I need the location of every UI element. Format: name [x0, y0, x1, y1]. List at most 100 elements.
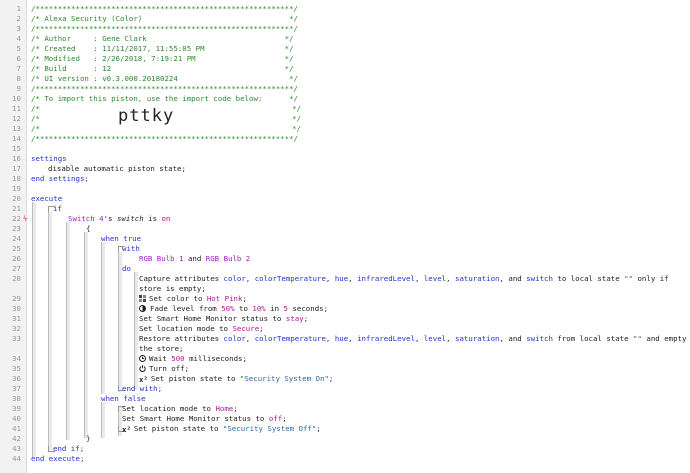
code-line: 34 Wait 500 milliseconds; [0, 354, 690, 364]
code-line: 18 end settings; [0, 174, 690, 184]
comment-created: /* Created : 11/11/2017, 11:55:05 PM */ [31, 44, 294, 53]
line-number: 41 [12, 424, 21, 433]
comment-close: */ [292, 114, 301, 123]
code-line: 36 x² Set piston state to "Security System… [0, 374, 690, 384]
fade-unit: seconds; [292, 304, 329, 313]
with-keyword[interactable]: with [122, 244, 140, 254]
code-line: 44 end execute; [0, 454, 690, 464]
comment-title: /* Alexa Security (Color) */ [31, 14, 298, 23]
setting-disable-state[interactable]: disable automatic piston state; [48, 164, 186, 174]
line-number: 20 [12, 194, 21, 203]
shm-prefix: Set Smart Home Monitor status to [122, 414, 265, 423]
line-number: 40 [12, 414, 21, 423]
condition-device: Switch 4 [68, 214, 104, 223]
statement-end: ; [282, 414, 287, 423]
code-line-wrap: store is empty; [0, 284, 690, 294]
location-home-statement[interactable]: Set location mode to Home; [122, 404, 238, 414]
code-lines: 1 /**************************************… [0, 0, 690, 473]
attr-hue: hue [334, 334, 349, 343]
comment-build: /* Build : 12 */ [31, 64, 294, 73]
code-line: 38 when false [0, 394, 690, 404]
capture-statement[interactable]: Capture attributes color, colorTemperatu… [139, 274, 669, 284]
import-code[interactable]: pttky [118, 106, 174, 126]
line-number: 18 [12, 174, 21, 183]
code-line-wrap: the store; [0, 344, 690, 354]
code-line: 22 ϟ Switch 4's switch is on [0, 214, 690, 224]
line-number: 11 [12, 104, 21, 113]
attr-color-temperature: colorTemperature [254, 334, 326, 343]
attr-level: level [423, 334, 447, 343]
piston-state-prefix: Set piston state to [133, 424, 219, 433]
shm-off-statement[interactable]: Set Smart Home Monitor status to off; [122, 414, 287, 424]
restore-statement[interactable]: Restore attributes color, colorTemperatu… [139, 334, 686, 344]
fade-prefix: Fade level from [150, 304, 217, 313]
when-true-label[interactable]: when true [101, 234, 141, 244]
code-line: 28 Capture attributes color, colorTempera… [0, 274, 690, 284]
false-keyword: false [123, 394, 146, 403]
true-keyword: true [123, 234, 142, 243]
device-rgb-bulb-2: RGB Bulb 2 [205, 254, 251, 263]
line-number: 16 [12, 154, 21, 163]
comment-ui-version: /* UI version : v0.3.000.20180224 */ [31, 74, 298, 83]
restore-state: "" [633, 334, 642, 343]
fade-to-word: to [239, 304, 248, 313]
restore-mid: from local state [557, 334, 629, 343]
capture-state: "" [624, 274, 634, 283]
code-line: 12 /* */ [0, 114, 690, 124]
line-number: 19 [12, 184, 21, 193]
comment-modified: /* Modified : 2/26/2018, 7:19:21 PM */ [31, 54, 294, 63]
comment-import-hint: /* To import this piston, use the import… [31, 94, 298, 103]
when-false-label[interactable]: when false [101, 394, 146, 404]
line-number: 2 [16, 14, 21, 23]
comment-border: /***************************************… [31, 84, 298, 93]
code-line: 21 if [0, 204, 690, 214]
if-keyword[interactable]: if [53, 204, 62, 214]
fade-from: 50% [221, 304, 235, 313]
code-line: 20 execute [0, 194, 690, 204]
wait-unit: milliseconds; [189, 354, 247, 363]
line-number: 28 [12, 274, 21, 283]
condition-attribute: switch [116, 214, 144, 223]
attr-level: level [423, 274, 447, 283]
location-prefix: Set location mode to [122, 404, 211, 413]
shm-statement[interactable]: Set Smart Home Monitor status to stay; [139, 314, 308, 324]
code-line: 43 end if; [0, 444, 690, 454]
when-keyword: when [101, 234, 119, 243]
device-rgb-bulb-1: RGB Bulb 1 [139, 254, 184, 263]
code-line: 19 [0, 184, 690, 194]
line-number: 39 [12, 404, 21, 413]
comment-border: /***************************************… [31, 134, 298, 143]
code-line: 32 Set location mode to Secure; [0, 324, 690, 334]
with-devices[interactable]: RGB Bulb 1 and RGB Bulb 2 [139, 254, 250, 264]
comment-close: */ [292, 104, 301, 113]
code-line: 26 RGB Bulb 1 and RGB Bulb 2 [0, 254, 690, 264]
location-statement[interactable]: Set location mode to Secure; [139, 324, 264, 334]
condition-operator: is [148, 214, 158, 223]
close-brace: } [86, 434, 91, 443]
code-line: 11 /* */ [0, 104, 690, 114]
condition-possessive: 's [103, 214, 113, 223]
statement-end: ; [242, 294, 247, 303]
statement-end: ; [316, 424, 321, 433]
code-line: 2 /* Alexa Security (Color) */ [0, 14, 690, 24]
and-word: and [187, 254, 202, 263]
code-line: 3 /**************************************… [0, 24, 690, 34]
line-number: 15 [12, 144, 21, 153]
line-number: 44 [12, 454, 21, 463]
piston-code-editor: 1 /**************************************… [0, 0, 690, 473]
code-line: 7 /* Build : 12 */ [0, 64, 690, 74]
location-value: Secure [232, 324, 260, 333]
line-number: 5 [16, 44, 21, 53]
turn-off-text: Turn off; [149, 364, 190, 373]
code-line: 25 with [0, 244, 690, 254]
and-word: and [508, 334, 522, 343]
line-number: 23 [12, 224, 21, 233]
settings-keyword[interactable]: settings [31, 154, 67, 164]
execute-keyword[interactable]: execute [31, 194, 62, 204]
code-line: 35 Turn off; [0, 364, 690, 374]
comment-border: /***************************************… [31, 24, 298, 33]
comment-author: /* Author : Gene Clark */ [31, 34, 294, 43]
if-condition[interactable]: Switch 4's switch is on [68, 214, 170, 224]
code-line: 41 x² Set piston state to "Security System… [0, 424, 690, 434]
code-line: 4 /* Author : Gene Clark */ [0, 34, 690, 44]
